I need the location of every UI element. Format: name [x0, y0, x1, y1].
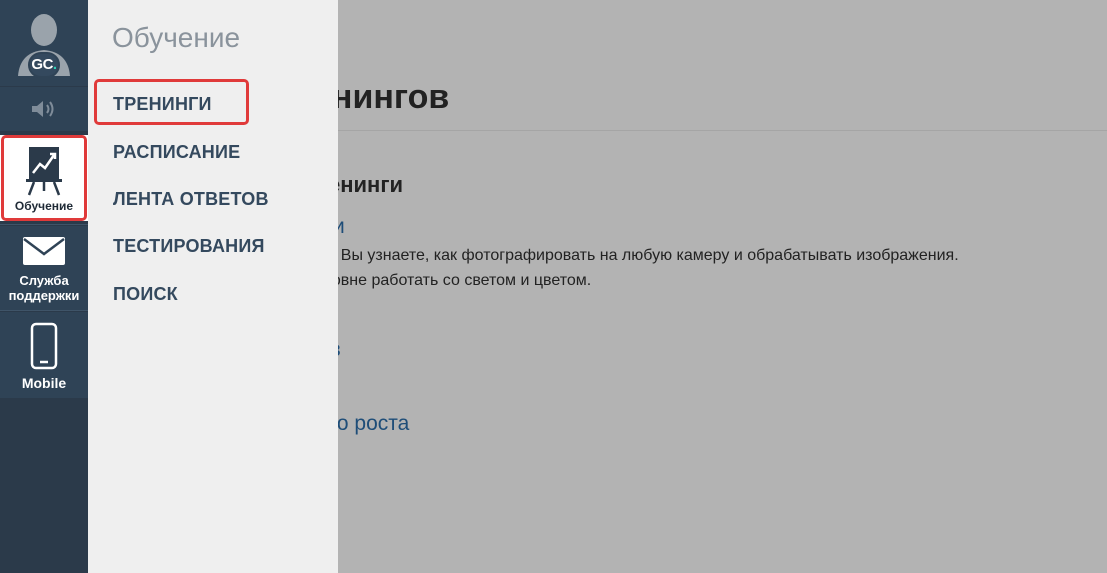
divider [338, 130, 1107, 131]
user-avatar[interactable]: GC. [0, 0, 88, 86]
training-description-line2: ровне работать со светом и цветом. [338, 272, 592, 289]
page-title: енингов [338, 78, 450, 116]
smartphone-icon [30, 322, 58, 370]
rail-item-support[interactable]: Служба поддержки [0, 226, 88, 310]
rail-item-label: Mobile [21, 375, 67, 391]
rail-item-label: Обучение [14, 199, 74, 213]
rail-item-mobile[interactable]: Mobile [0, 312, 88, 398]
menu-item-schedule[interactable]: РАСПИСАНИЕ [113, 142, 240, 163]
flyout-title: Обучение [112, 22, 241, 53]
section-title: енинги [338, 172, 404, 197]
speaker-icon [32, 101, 54, 117]
divider [0, 310, 88, 311]
rail-item-label: Служба поддержки [8, 273, 80, 303]
menu-item-trainings[interactable]: ТРЕНИНГИ [94, 79, 249, 125]
rail-item-learning[interactable]: Обучение [0, 135, 88, 221]
brand-badge: GC. [28, 52, 60, 78]
divider [0, 224, 88, 225]
learning-flyout-menu: Обучение ТРЕНИНГИ РАСПИСАНИЕ ЛЕНТА ОТВЕТ… [88, 0, 338, 573]
chart-easel-icon [26, 147, 62, 196]
left-nav-rail: GC. Обучение Служба поддержки Mobile [0, 0, 88, 573]
menu-item-answers-feed[interactable]: ЛЕНТА ОТВЕТОВ [113, 189, 269, 210]
training-link-3[interactable]: ого роста [338, 412, 409, 436]
menu-item-tests[interactable]: ТЕСТИРОВАНИЯ [113, 236, 265, 257]
menu-item-search[interactable]: ПОИСК [113, 284, 178, 305]
envelope-icon [23, 237, 65, 265]
training-link-photo[interactable]: и [338, 215, 345, 239]
training-description-line1: а. Вы узнаете, как фотографировать на лю… [338, 247, 959, 264]
training-link-2[interactable]: ов [338, 338, 341, 362]
sound-toggle[interactable] [0, 87, 88, 131]
page-content-dimmed: енингов енинги и а. Вы узнаете, как фото… [338, 0, 1107, 573]
